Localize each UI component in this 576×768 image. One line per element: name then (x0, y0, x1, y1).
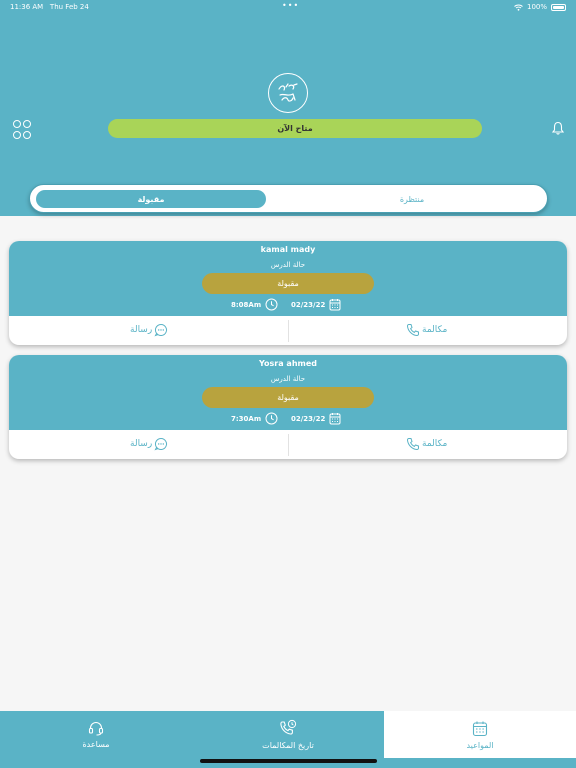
lesson-status-label: حالة الدرس (270, 375, 306, 383)
availability-status[interactable]: متاح الآن (108, 119, 482, 138)
tab-accepted[interactable]: مقبولة (36, 190, 266, 208)
appointment-time: 7:30Am (231, 412, 278, 425)
multitask-dots-icon[interactable]: ••• (282, 1, 299, 10)
system-status-bar: 11:36 AM Thu Feb 24 ••• 100% (0, 0, 576, 14)
call-label: مكالمة (422, 325, 448, 335)
tab-help-label: مساعدة (82, 740, 110, 749)
headset-icon (88, 722, 104, 736)
appointment-date: 02/23/22 (291, 298, 341, 311)
date-value: 02/23/22 (291, 414, 326, 423)
appointment-card: kamal mady حالة الدرس مقبولة 8:08Am 02/2… (9, 241, 567, 345)
tab-appointments[interactable]: المواعيد (384, 711, 576, 758)
chat-icon (154, 323, 168, 337)
student-name: kamal mady (260, 245, 316, 254)
clock-icon (265, 298, 278, 311)
card-header: Yosra ahmed حالة الدرس مقبولة 7:30Am 02/… (9, 355, 567, 430)
lesson-status-label: حالة الدرس (270, 261, 306, 269)
tab-appointments-label: المواعيد (466, 740, 494, 750)
battery-icon (551, 3, 566, 11)
call-button[interactable]: مكالمة (406, 323, 447, 337)
actions-divider (288, 434, 289, 456)
tab-call-history[interactable]: تاريخ المكالمات (192, 711, 384, 758)
status-time: 11:36 AM Thu Feb 24 (10, 3, 89, 11)
time-value: 8:08Am (231, 300, 262, 309)
status-right: 100% (514, 3, 566, 11)
appointment-time: 8:08Am (231, 298, 278, 311)
calendar-icon (472, 721, 488, 736)
student-name: Yosra ahmed (258, 359, 318, 368)
message-label: رسالة (130, 325, 153, 335)
message-button[interactable]: رسالة (130, 323, 168, 337)
card-actions: رسالة مكالمة (9, 316, 567, 345)
phone-icon (406, 438, 419, 451)
tab-pending[interactable]: منتظرة (287, 190, 537, 208)
menu-grid-icon[interactable] (13, 120, 33, 140)
calendar-icon (329, 413, 341, 425)
call-button[interactable]: مكالمة (406, 437, 447, 451)
actions-divider (288, 320, 289, 342)
tab-call-history-label: تاريخ المكالمات (262, 741, 314, 750)
wifi-icon (514, 4, 523, 11)
tab-help[interactable]: مساعدة (0, 711, 192, 758)
home-indicator[interactable] (200, 759, 377, 763)
appointment-date: 02/23/22 (291, 412, 341, 425)
card-header: kamal mady حالة الدرس مقبولة 8:08Am 02/2… (9, 241, 567, 316)
phone-icon (406, 324, 419, 337)
battery-percent: 100% (526, 3, 547, 11)
status-segmented-control: مقبولة منتظرة (29, 184, 548, 213)
date-value: 02/23/22 (291, 300, 326, 309)
app-logo (268, 73, 308, 113)
call-label: مكالمة (422, 439, 448, 449)
accepted-badge: مقبولة (202, 387, 374, 408)
clock-icon (265, 412, 278, 425)
chat-icon (154, 437, 168, 451)
time-value: 7:30Am (231, 414, 262, 423)
phone-history-icon (280, 719, 297, 735)
bell-icon[interactable] (552, 121, 564, 135)
message-label: رسالة (130, 439, 153, 449)
accepted-badge: مقبولة (202, 273, 374, 294)
appointment-card: Yosra ahmed حالة الدرس مقبولة 7:30Am 02/… (9, 355, 567, 459)
card-actions: رسالة مكالمة (9, 430, 567, 459)
message-button[interactable]: رسالة (130, 437, 168, 451)
calendar-icon (329, 299, 341, 311)
